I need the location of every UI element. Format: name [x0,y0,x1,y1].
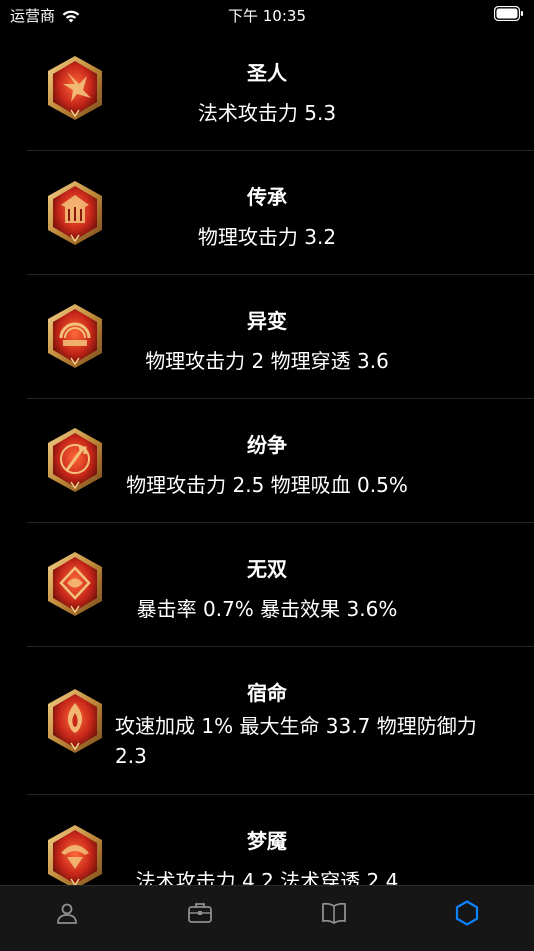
list-item[interactable]: 梦魇 法术攻击力 4.2 法术穿透 2.4 [0,795,534,885]
guide-tab-icon[interactable] [321,900,347,926]
list-item[interactable]: 异变 物理攻击力 2 物理穿透 3.6 [0,275,534,399]
rune-description: 暴击率 0.7% 暴击效果 3.6% [136,597,398,621]
rune-title: 无双 [247,557,287,581]
rune-title: 异变 [247,309,287,333]
list-item[interactable]: 传承 物理攻击力 3.2 [0,151,534,275]
rune-title: 宿命 [247,681,287,705]
rune-title: 传承 [247,185,287,209]
battery-icon [494,6,523,21]
rune-title: 梦魇 [247,829,287,853]
rune-description: 攻速加成 1% 最大生命 33.7 物理防御力 2.3 [115,714,477,768]
rune-description: 物理攻击力 2.5 物理吸血 0.5% [126,473,408,497]
rune-description: 物理攻击力 3.2 [197,225,337,249]
profile-tab-icon[interactable] [54,900,80,926]
list-item[interactable]: 纷争 物理攻击力 2.5 物理吸血 0.5% [0,399,534,523]
equipment-tab-icon[interactable] [187,900,213,926]
rune-description: 物理攻击力 2 物理穿透 3.6 [145,349,389,373]
runes-tab-icon[interactable] [454,900,480,926]
list-item[interactable]: 宿命 攻速加成 1% 最大生命 33.7 物理防御力 2.3 [0,647,534,795]
rune-title: 纷争 [247,433,287,457]
rune-title: 圣人 [247,61,287,85]
list-item[interactable]: 圣人 法术攻击力 5.3 [0,27,534,151]
tab-bar [0,885,534,951]
status-bar: 运营商 下午 10:35 [0,0,534,30]
status-time: 下午 10:35 [228,7,306,25]
list-item[interactable]: 无双 暴击率 0.7% 暴击效果 3.6% [0,523,534,647]
rune-description: 法术攻击力 4.2 法术穿透 2.4 [135,869,399,885]
rune-list[interactable]: 圣人 法术攻击力 5.3 传承 物理攻击力 3.2 异变 物理攻击力 2 物理穿… [0,27,534,885]
rune-description: 法术攻击力 5.3 [197,101,337,125]
